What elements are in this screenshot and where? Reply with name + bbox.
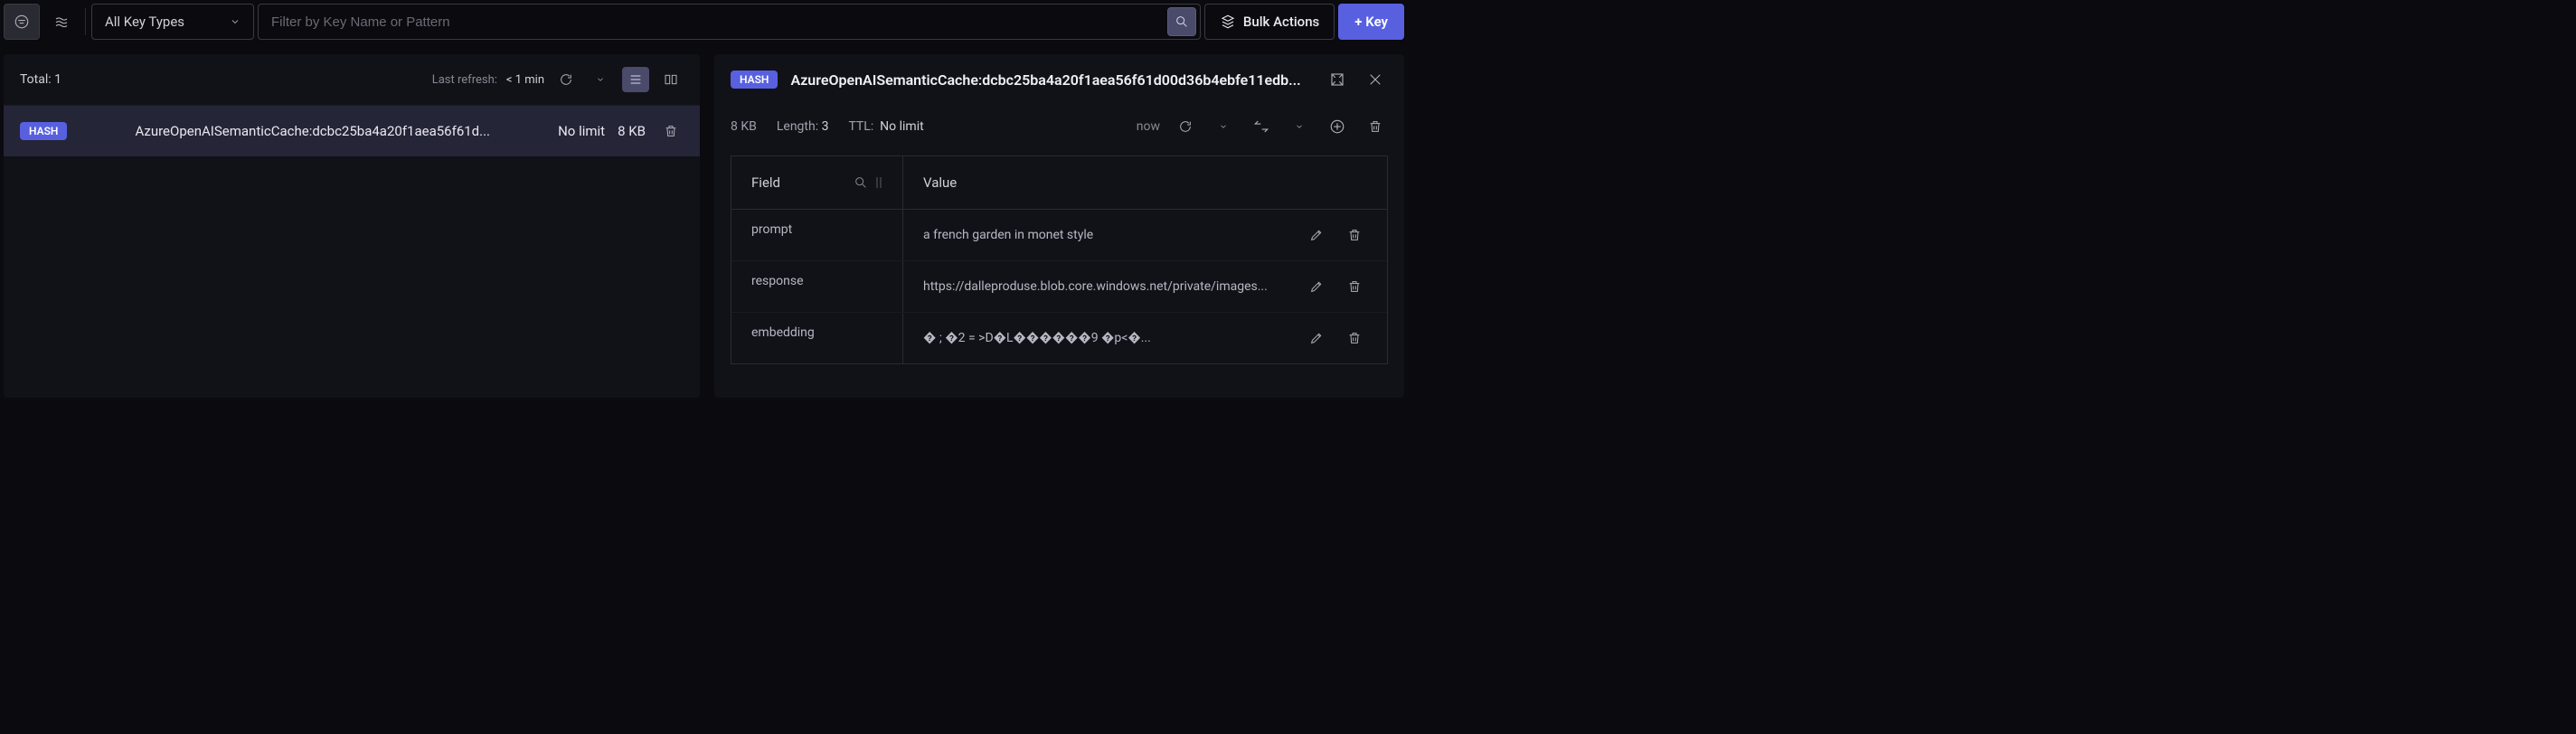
- key-detail-panel: HASH AzureOpenAISemanticCache:dcbc25ba4a…: [714, 54, 1404, 398]
- fields-table: Field Value prompt a french garden in mo…: [731, 155, 1388, 364]
- refresh-icon: [559, 72, 573, 87]
- layers-icon-button[interactable]: [43, 4, 80, 40]
- delete-field-button[interactable]: [1342, 325, 1367, 351]
- pencil-icon: [1309, 331, 1324, 345]
- detail-refresh-button[interactable]: [1173, 114, 1198, 139]
- field-name: embedding: [731, 313, 903, 363]
- add-field-button[interactable]: [1325, 114, 1350, 139]
- search-icon[interactable]: [854, 175, 868, 190]
- refresh-button[interactable]: [553, 67, 579, 92]
- key-row[interactable]: HASH AzureOpenAISemanticCache:dcbc25ba4a…: [4, 106, 700, 156]
- expand-icon: [1329, 71, 1345, 88]
- key-name: AzureOpenAISemanticCache:dcbc25ba4a20f1a…: [80, 123, 545, 139]
- pencil-icon: [1309, 228, 1324, 242]
- edit-field-button[interactable]: [1304, 222, 1329, 248]
- key-size: 8 KB: [618, 123, 646, 139]
- resize-handle-icon[interactable]: [875, 175, 882, 190]
- trash-icon: [664, 124, 678, 138]
- chevron-down-icon: [1219, 122, 1228, 131]
- list-icon: [628, 72, 643, 87]
- field-value: https://dalleproduse.blob.core.windows.n…: [923, 279, 1295, 294]
- filter-icon: [14, 14, 30, 30]
- sort-options[interactable]: [1287, 114, 1312, 139]
- key-ttl: No limit: [558, 123, 605, 139]
- pencil-icon: [1309, 279, 1324, 294]
- chevron-down-icon: [1295, 122, 1304, 131]
- last-refresh-value: < 1 min: [506, 73, 544, 87]
- detail-refresh-options[interactable]: [1211, 114, 1236, 139]
- column-value: Value: [903, 156, 1387, 209]
- expand-button[interactable]: [1325, 67, 1350, 92]
- edit-field-button[interactable]: [1304, 274, 1329, 299]
- length-value: 3: [822, 119, 829, 134]
- search-input[interactable]: [271, 14, 1167, 30]
- edit-field-button[interactable]: [1304, 325, 1329, 351]
- detail-size: 8 KB: [731, 119, 757, 134]
- swap-icon: [1253, 118, 1269, 135]
- key-types-label: All Key Types: [105, 14, 184, 30]
- delete-field-button[interactable]: [1342, 222, 1367, 248]
- delete-detail-button[interactable]: [1363, 114, 1388, 139]
- stack-icon: [1220, 14, 1236, 30]
- refresh-icon: [1178, 119, 1193, 134]
- type-badge: HASH: [731, 71, 778, 89]
- field-value: a french garden in monet style: [923, 228, 1295, 242]
- column-field: Field: [731, 156, 903, 209]
- list-view-button[interactable]: [622, 67, 649, 92]
- trash-icon: [1347, 279, 1362, 294]
- columns-icon: [664, 72, 678, 87]
- add-key-button[interactable]: + Key: [1338, 4, 1404, 40]
- close-icon: [1367, 71, 1383, 88]
- bulk-actions-button[interactable]: Bulk Actions: [1204, 4, 1335, 40]
- search-button[interactable]: [1167, 7, 1196, 36]
- search-icon: [1175, 14, 1189, 29]
- delete-key-button[interactable]: [658, 118, 684, 144]
- table-row[interactable]: response https://dalleproduse.blob.core.…: [731, 261, 1387, 313]
- last-refresh-label: Last refresh:: [432, 73, 497, 87]
- ttl-label: TTL:: [848, 119, 873, 134]
- field-name: response: [731, 261, 903, 312]
- detail-title: AzureOpenAISemanticCache:dcbc25ba4a20f1a…: [790, 71, 1312, 89]
- type-badge: HASH: [20, 122, 67, 140]
- columns-button[interactable]: [658, 67, 684, 92]
- layers-icon: [53, 14, 70, 30]
- close-button[interactable]: [1363, 67, 1388, 92]
- trash-icon: [1347, 228, 1362, 242]
- table-row[interactable]: prompt a french garden in monet style: [731, 210, 1387, 261]
- refresh-options-button[interactable]: [588, 67, 613, 92]
- total-label: Total: 1: [20, 72, 61, 87]
- sort-button[interactable]: [1249, 114, 1274, 139]
- filter-icon-button[interactable]: [4, 4, 40, 40]
- keys-list-panel: Total: 1 Last refresh: < 1 min HASH: [4, 54, 700, 398]
- table-row[interactable]: embedding � ; �2 = >D�L������9 �p<�...: [731, 313, 1387, 363]
- bulk-actions-label: Bulk Actions: [1243, 14, 1319, 30]
- search-container: [258, 4, 1201, 40]
- ttl-value: No limit: [880, 119, 924, 134]
- trash-icon: [1368, 119, 1382, 134]
- field-value: � ; �2 = >D�L������9 �p<�...: [923, 331, 1295, 345]
- chevron-down-icon: [230, 16, 241, 27]
- trash-icon: [1347, 331, 1362, 345]
- field-name: prompt: [731, 210, 903, 260]
- chevron-down-icon: [596, 75, 605, 84]
- add-key-label: + Key: [1354, 14, 1388, 30]
- length-label: Length:: [777, 119, 818, 134]
- key-types-dropdown[interactable]: All Key Types: [91, 4, 254, 40]
- refresh-now-label: now: [1137, 119, 1160, 134]
- plus-circle-icon: [1329, 118, 1345, 135]
- delete-field-button[interactable]: [1342, 274, 1367, 299]
